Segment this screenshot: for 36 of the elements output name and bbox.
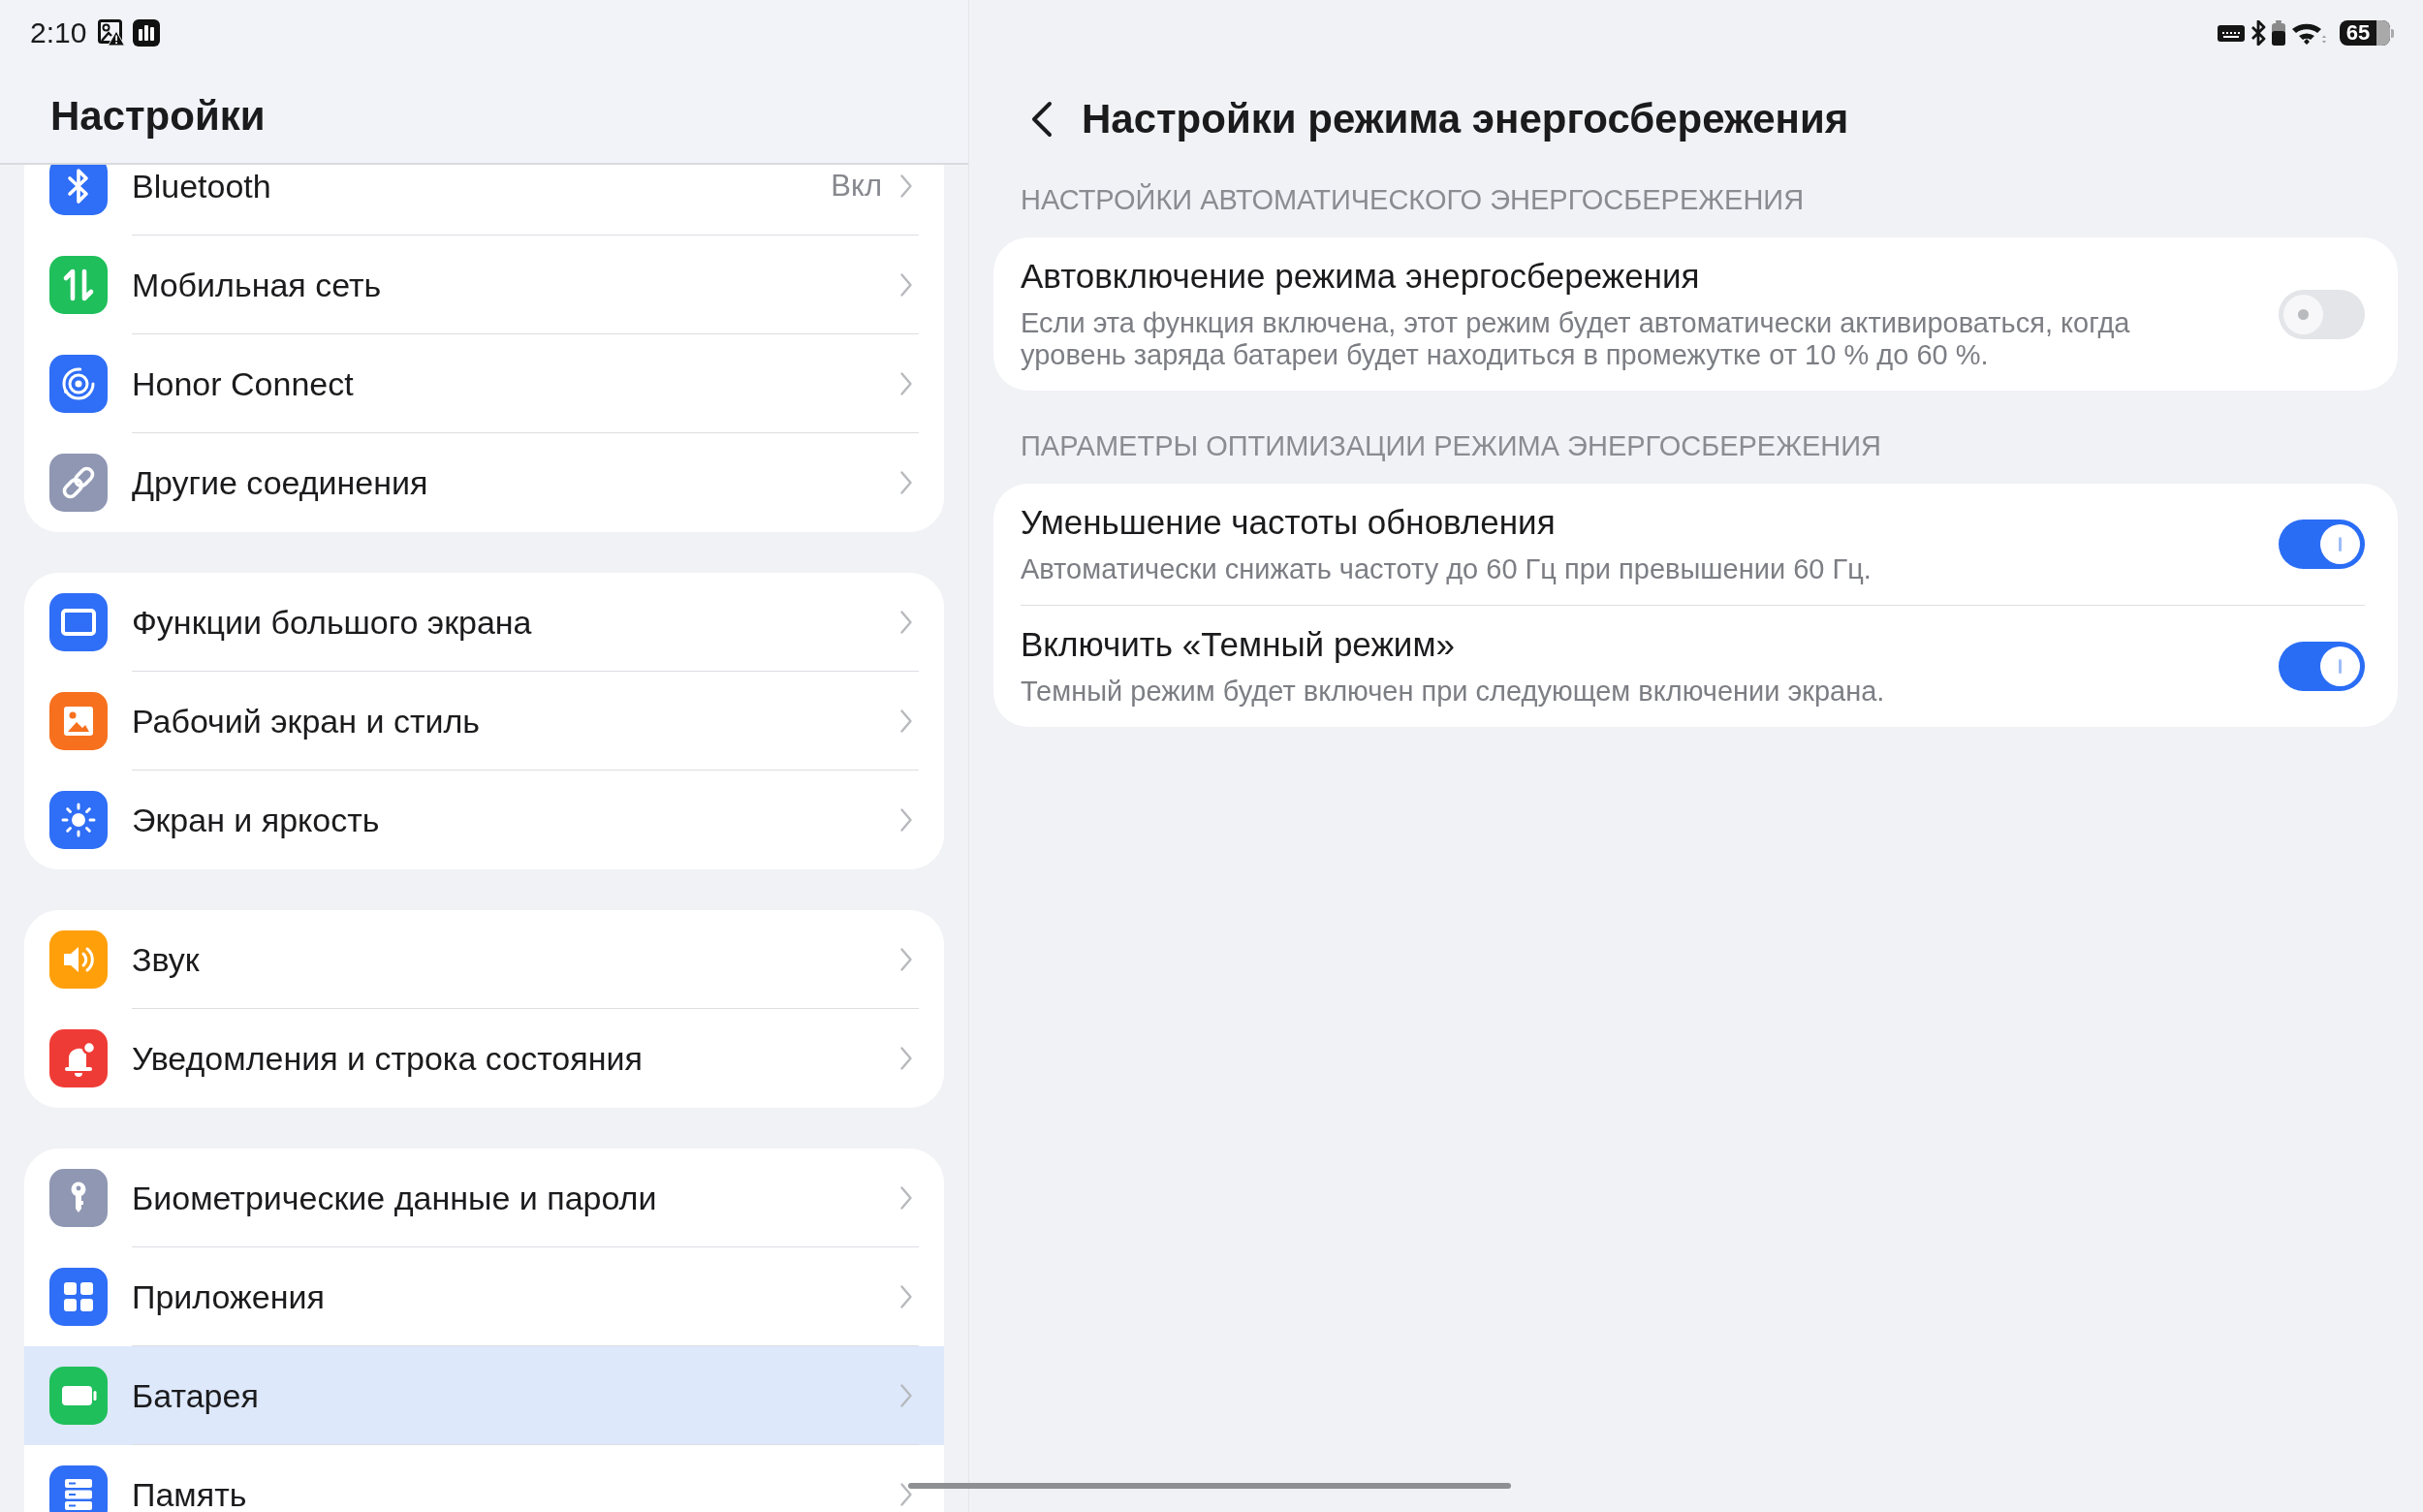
chevron-right-icon [899, 946, 913, 972]
setting-description: Темный режим будет включен при следующем включении экрана. [1021, 676, 1886, 708]
page-title: Настройки [49, 92, 267, 141]
chevron-right-icon [899, 1283, 913, 1309]
section-header: ПАРАМЕТРЫ ОПТИМИЗАЦИИ РЕЖИМА ЭНЕРГОСБЕРЕЖЕНИЯ [1021, 429, 1883, 463]
toggle-switch[interactable] [2279, 520, 2365, 569]
bar-chart-icon [133, 19, 161, 47]
battery-indicator: 65 [2340, 20, 2394, 46]
setting-title: Включить «Темный режим» [1021, 625, 1456, 664]
toggle-switch[interactable] [2279, 642, 2365, 691]
chevron-right-icon [899, 1482, 913, 1507]
back-icon [1030, 101, 1054, 138]
setting-description: Автоматически снижать частоту до 60 Гц при превышении 60 Гц. [1021, 553, 1872, 585]
chevron-right-icon [899, 271, 913, 298]
setting-title: Автовключение режима энергосбережения [1021, 257, 1701, 296]
bluetooth-icon [2250, 20, 2267, 46]
chevron-right-icon [899, 1382, 913, 1408]
toggle-switch[interactable] [2279, 289, 2365, 339]
chevron-right-icon [899, 609, 913, 635]
chevron-right-icon [899, 370, 913, 396]
page-title: Настройки режима энергосбережения [1082, 95, 1849, 143]
image-warning-icon [98, 19, 126, 47]
status-time: 2:10 [30, 16, 87, 49]
setting-description: Если эта функция включена, этот режим будет автоматически активироваться, когда уровень заряда батареи будет находиться в промежутке от 10 % до 60 %. [1021, 307, 2131, 371]
setting-title: Уменьшение частоты обновления [1021, 503, 1557, 542]
chevron-right-icon [899, 470, 913, 495]
section-header: НАСТРОЙКИ АВТОМАТИЧЕСКОГО ЭНЕРГОСБЕРЕЖЕНИЯ [1021, 182, 1806, 217]
status-value: Вкл [831, 169, 882, 203]
chevron-right-icon [899, 708, 913, 734]
chevron-right-icon [899, 1184, 913, 1211]
chevron-right-icon [899, 1046, 913, 1071]
small-battery-icon [2272, 20, 2285, 46]
menu-item[interactable]: Батарея [24, 1346, 944, 1445]
keyboard-icon [2218, 24, 2245, 42]
chevron-right-icon [899, 173, 913, 199]
chevron-right-icon [899, 807, 913, 833]
